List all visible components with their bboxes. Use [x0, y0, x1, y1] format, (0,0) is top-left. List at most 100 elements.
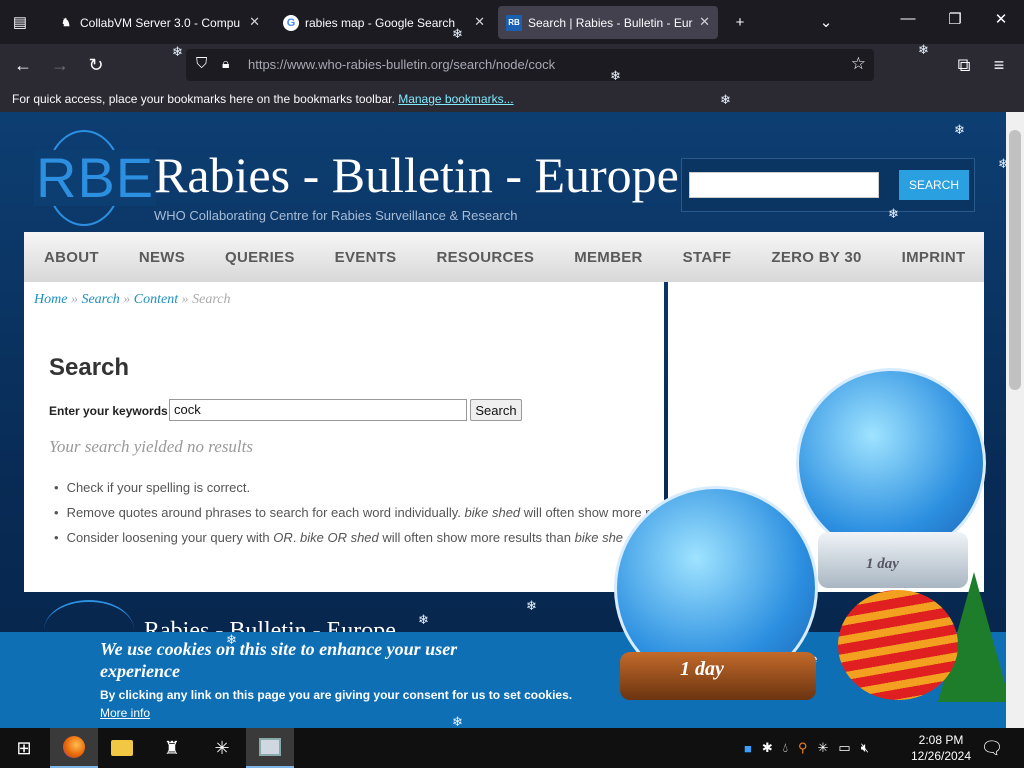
tip-text-tail: will often show more re [523, 505, 657, 520]
tip-example: bike OR shed [300, 530, 379, 545]
snowflake-icon: ❄ [452, 26, 463, 41]
image-viewer-icon[interactable] [246, 728, 294, 768]
page-scrollbar[interactable] [1006, 112, 1024, 728]
menu-item-zero-by-30[interactable]: ZERO BY 30 [771, 249, 861, 266]
taskbar: ⊞ ♜ ✳ ■ ✱ 💧︎ ⚲ ✳ ▭ 🔇︎ 2:08 PM 12/26/2024… [0, 728, 1024, 768]
bookmarks-toolbar: For quick access, place your bookmarks h… [0, 86, 1024, 112]
breadcrumb-current: Search [192, 292, 231, 307]
url-text[interactable]: https://www.who-rabies-bulletin.org/sear… [248, 57, 555, 72]
forward-arrow-icon[interactable]: → [47, 52, 73, 78]
snow-globe-gifts [796, 368, 986, 558]
tab-collabvm[interactable]: ♞ CollabVM Server 3.0 - Compute ✕ [50, 6, 268, 39]
scrollbar-thumb[interactable] [1009, 130, 1021, 390]
tab-rbe-search[interactable]: RB Search | Rabies - Bulletin - Euro ✕ [498, 6, 718, 39]
tip-text: Consider loosening your query with [66, 530, 270, 545]
new-tab-icon[interactable]: + [726, 8, 754, 36]
collabvm-icon: ♞ [61, 17, 71, 29]
snowflake-icon: ❄ [418, 612, 429, 627]
close-tab-icon[interactable]: ✕ [474, 14, 485, 30]
tab-list-icon[interactable]: ▤ [6, 8, 34, 36]
clock-time: 2:08 PM [918, 733, 964, 747]
no-results-message: Your search yielded no results [49, 437, 253, 456]
tip-example: OR [273, 530, 293, 545]
tip-item: Check if your spelling is correct. [54, 480, 674, 495]
main-menu: ABOUT NEWS QUERIES EVENTS RESOURCES MEMB… [24, 232, 984, 282]
page-title: Search [49, 354, 130, 381]
tip-text: Check if your spelling is correct. [66, 480, 251, 495]
site-subtitle: WHO Collaborating Centre for Rabies Surv… [154, 208, 518, 223]
logo-text: RBE [34, 146, 157, 209]
extensions-icon[interactable]: ⧉ [951, 52, 977, 78]
cookie-title: We use cookies on this site to enhance y… [100, 639, 458, 681]
snowflake-icon: ❄ [610, 68, 621, 83]
tray-snowflake-icon[interactable]: ✳ [818, 740, 829, 756]
header-search-input[interactable] [689, 172, 879, 198]
rbe-icon: RB [506, 14, 522, 31]
tab-title: rabies map - Google Search [305, 15, 456, 30]
rbe-logo[interactable]: RBE [34, 130, 157, 226]
url-path: /search/node/cock [449, 57, 556, 72]
lock-icon[interactable]: 🔒︎ [222, 55, 229, 72]
menu-item-member[interactable]: MEMBER [574, 249, 642, 266]
firefox-icon[interactable] [50, 728, 98, 768]
bookmarks-hint: For quick access, place your bookmarks h… [12, 92, 395, 106]
breadcrumb-search[interactable]: Search [81, 292, 119, 307]
volume-muted-icon[interactable]: 🔇︎ [861, 740, 869, 756]
url-host: https://www.who-rabies-bulletin.org [248, 57, 450, 72]
notifications-icon[interactable]: 🗨︎ [968, 728, 1016, 768]
tip-example: bike shed [464, 505, 521, 520]
menu-item-about[interactable]: ABOUT [44, 249, 99, 266]
reload-icon[interactable]: ↻ [83, 52, 109, 78]
search-button[interactable]: Search [470, 399, 522, 421]
manage-bookmarks-link[interactable]: Manage bookmarks... [398, 92, 513, 106]
restore-icon[interactable]: ❐ [940, 10, 970, 28]
minimize-icon[interactable]: — [893, 10, 923, 27]
back-arrow-icon[interactable]: ← [10, 52, 36, 78]
tip-example: bike she [574, 530, 624, 545]
clock-date: 12/26/2024 [910, 749, 972, 763]
header-search-button[interactable]: SEARCH [899, 170, 969, 200]
chevron-down-icon[interactable]: ⌄ [812, 8, 840, 36]
snowflake-icon: ❄ [954, 122, 965, 137]
menu-item-queries[interactable]: QUERIES [225, 249, 295, 266]
tip-item: Consider loosening your query with OR. b… [54, 530, 674, 545]
main-content: Home » Search » Content » Search Search … [24, 282, 664, 592]
file-explorer-icon[interactable] [98, 728, 146, 768]
tab-title: Search | Rabies - Bulletin - Euro [528, 15, 693, 30]
menu-item-staff[interactable]: STAFF [683, 249, 732, 266]
search-tips: Check if your spelling is correct. Remov… [54, 480, 674, 555]
url-bar[interactable]: ⛉ 🔒︎ https://www.who-rabies-bulletin.org… [186, 49, 874, 81]
tip-text-mid: will often show more results than [382, 530, 571, 545]
breadcrumb-home[interactable]: Home [34, 292, 67, 307]
tab-title: CollabVM Server 3.0 - Compute [80, 15, 240, 30]
windows-start-icon[interactable]: ⊞ [0, 728, 48, 768]
tray-app-icon[interactable]: ■ [744, 741, 752, 756]
tray-drop-icon[interactable]: 💧︎ [783, 740, 788, 756]
more-info-link[interactable]: More info [100, 706, 150, 720]
tip-text-tail: . [292, 530, 297, 545]
site-title[interactable]: Rabies - Bulletin - Europe [154, 146, 679, 204]
app-icon[interactable]: ♜ [148, 728, 196, 768]
bookmark-star-icon[interactable]: ☆ [851, 54, 866, 74]
close-tab-icon[interactable]: ✕ [699, 14, 710, 30]
menu-item-imprint[interactable]: IMPRINT [902, 249, 966, 266]
shield-icon[interactable]: ⛉ [196, 55, 207, 72]
snowflake-icon: ❄ [172, 44, 183, 59]
menu-item-resources[interactable]: RESOURCES [436, 249, 534, 266]
tray-search-icon[interactable]: ⚲ [798, 740, 808, 756]
snowflake-icon: ❄ [720, 92, 731, 107]
clock[interactable]: 2:08 PM 12/26/2024 [910, 732, 972, 764]
close-window-icon[interactable]: ✕ [986, 10, 1016, 28]
menu-item-news[interactable]: NEWS [139, 249, 185, 266]
keywords-input[interactable]: cock [169, 399, 467, 421]
menu-icon[interactable]: ≡ [986, 52, 1012, 78]
snowflake-app-icon[interactable]: ✳ [198, 728, 246, 768]
close-tab-icon[interactable]: ✕ [249, 14, 260, 30]
breadcrumb-content[interactable]: Content [134, 292, 178, 307]
tray-gear-icon[interactable]: ✱ [762, 740, 773, 756]
menu-item-events[interactable]: EVENTS [335, 249, 397, 266]
header-search: SEARCH [681, 158, 975, 212]
cookie-body: By clicking any link on this page you ar… [100, 688, 573, 702]
network-icon[interactable]: ▭ [838, 740, 850, 756]
breadcrumb: Home » Search » Content » Search [34, 292, 231, 307]
